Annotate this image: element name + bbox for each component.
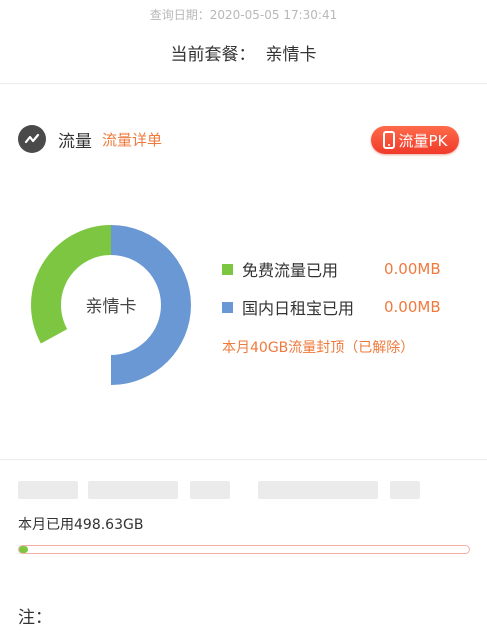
legend-label-free: 免费流量已用 <box>242 261 339 280</box>
current-plan: 当前套餐： 亲情卡 <box>0 40 487 65</box>
section-divider <box>0 459 487 460</box>
plan-name: 亲情卡 <box>265 45 317 65</box>
traffic-pk-button[interactable]: 流量PK <box>371 126 459 154</box>
legend-value-free: 0.00MB <box>384 260 441 278</box>
header-divider <box>0 83 487 84</box>
redacted-text <box>18 477 420 503</box>
legend-item-daily: 国内日租宝已用 0.00MB <box>222 296 452 318</box>
legend-swatch-free <box>222 263 233 275</box>
traffic-cap-note: 本月40GB流量封顶（已解除） <box>222 340 415 356</box>
trend-line-icon <box>18 125 46 153</box>
traffic-title: 流量 <box>58 131 92 152</box>
legend-swatch-daily <box>222 301 233 313</box>
query-date: 查询日期：2020-05-05 17:30:41 <box>149 8 338 22</box>
donut-slice-0 <box>31 225 112 344</box>
plan-prefix: 当前套餐： <box>170 45 256 65</box>
note-label: 注： <box>18 608 52 628</box>
monthly-usage-text: 本月已用498.63GB <box>18 517 144 533</box>
legend-label-daily: 国内日租宝已用 <box>242 299 355 318</box>
usage-progress-fill <box>19 546 28 553</box>
traffic-detail-link[interactable]: 流量详单 <box>102 129 162 150</box>
pk-button-label: 流量PK <box>398 131 448 150</box>
traffic-header: 流量 流量详单 <box>18 122 162 156</box>
phone-icon <box>382 131 395 149</box>
donut-center-label: 亲情卡 <box>85 297 137 317</box>
legend-value-daily: 0.00MB <box>384 298 441 316</box>
legend-item-free: 免费流量已用 0.00MB <box>222 258 452 280</box>
usage-progress-bar <box>18 545 470 554</box>
